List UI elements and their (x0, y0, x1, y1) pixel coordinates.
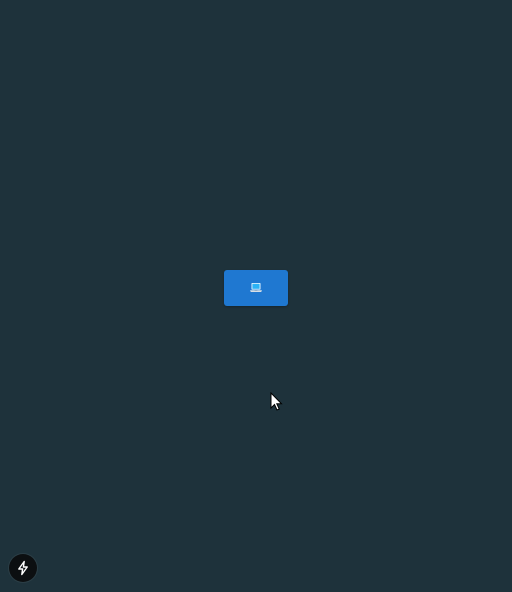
bolt-icon (18, 560, 28, 576)
app-canvas (0, 0, 512, 592)
laptop-button[interactable] (224, 270, 288, 306)
bolt-badge[interactable] (9, 554, 37, 582)
laptop-icon (250, 283, 262, 292)
mouse-pointer-icon (270, 392, 283, 411)
